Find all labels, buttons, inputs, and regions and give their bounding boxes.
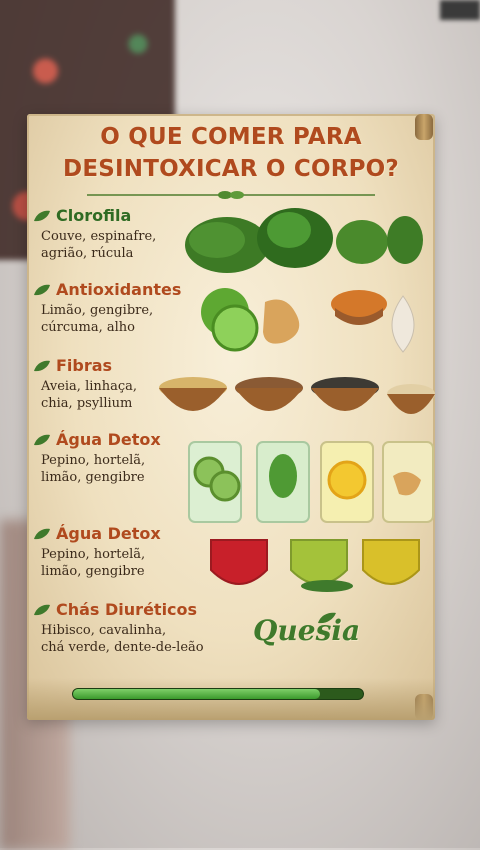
leaf-icon (34, 604, 50, 615)
brand-name: Quesia (253, 614, 361, 647)
lime-ginger-turmeric-garlic-illustration (201, 288, 415, 353)
section-antioxidantes: Antioxidantes Limão, gengibre, cúrcuma, … (33, 280, 203, 336)
background-corner (440, 0, 480, 20)
poster-title-line1: O QUE COMER PARA (100, 124, 362, 150)
section-text: Couve, espinafre, agrião, rúcula (41, 229, 157, 261)
section-heading: Chás Diuréticos (56, 600, 198, 619)
section-heading: Clorofila (56, 206, 132, 225)
section-chas-diureticos: Chás Diuréticos Hibisco, cavalinha, chá … (33, 600, 243, 656)
section-agua-detox-1: Água Detox Pepino, hortelã, limão, gengi… (33, 430, 203, 486)
leaf-icon (34, 528, 50, 539)
section-heading: Antioxidantes (56, 280, 182, 299)
section-text: Hibisco, cavalinha, chá verde, dente-de-… (41, 623, 204, 655)
progress-fill (73, 689, 320, 699)
section-heading: Fibras (56, 356, 113, 375)
section-heading: Água Detox (56, 430, 161, 449)
vine-divider (87, 191, 375, 199)
section-description: Hibisco, cavalinha, chá verde, dente-de-… (33, 622, 243, 656)
section-description: Limão, gengibre, cúrcuma, alho (33, 302, 203, 336)
tea-cups-illustration (210, 539, 420, 592)
detox-water-glasses-illustration (188, 441, 434, 523)
ground-decor (27, 678, 435, 720)
poster-title-line2: DESINTOXICAR O CORPO? (63, 156, 399, 182)
section-text: Pepino, hortelã, limão, gengibre (41, 547, 146, 579)
section-description: Pepino, hortelã, limão, gengibre (33, 546, 203, 580)
leafy-greens-illustration (185, 208, 423, 273)
leaf-icon (34, 210, 50, 221)
section-text: Pepino, hortelã, limão, gengibre (41, 453, 146, 485)
leaf-icon (34, 284, 50, 295)
section-heading: Água Detox (56, 524, 161, 543)
brand-leaf-icon (318, 612, 336, 624)
section-text: Limão, gengibre, cúrcuma, alho (41, 303, 154, 335)
seed-bowls-illustration (159, 377, 435, 414)
section-description: Pepino, hortelã, limão, gengibre (33, 452, 203, 486)
section-text: Aveia, linhaça, chia, psyllium (41, 379, 138, 411)
leaf-icon (34, 360, 50, 371)
detox-poster: O QUE COMER PARA DESINTOXICAR O CORPO? C… (27, 114, 435, 720)
leaf-icon (34, 434, 50, 445)
progress-bar (73, 689, 363, 699)
section-agua-detox-2: Água Detox Pepino, hortelã, limão, gengi… (33, 524, 203, 580)
